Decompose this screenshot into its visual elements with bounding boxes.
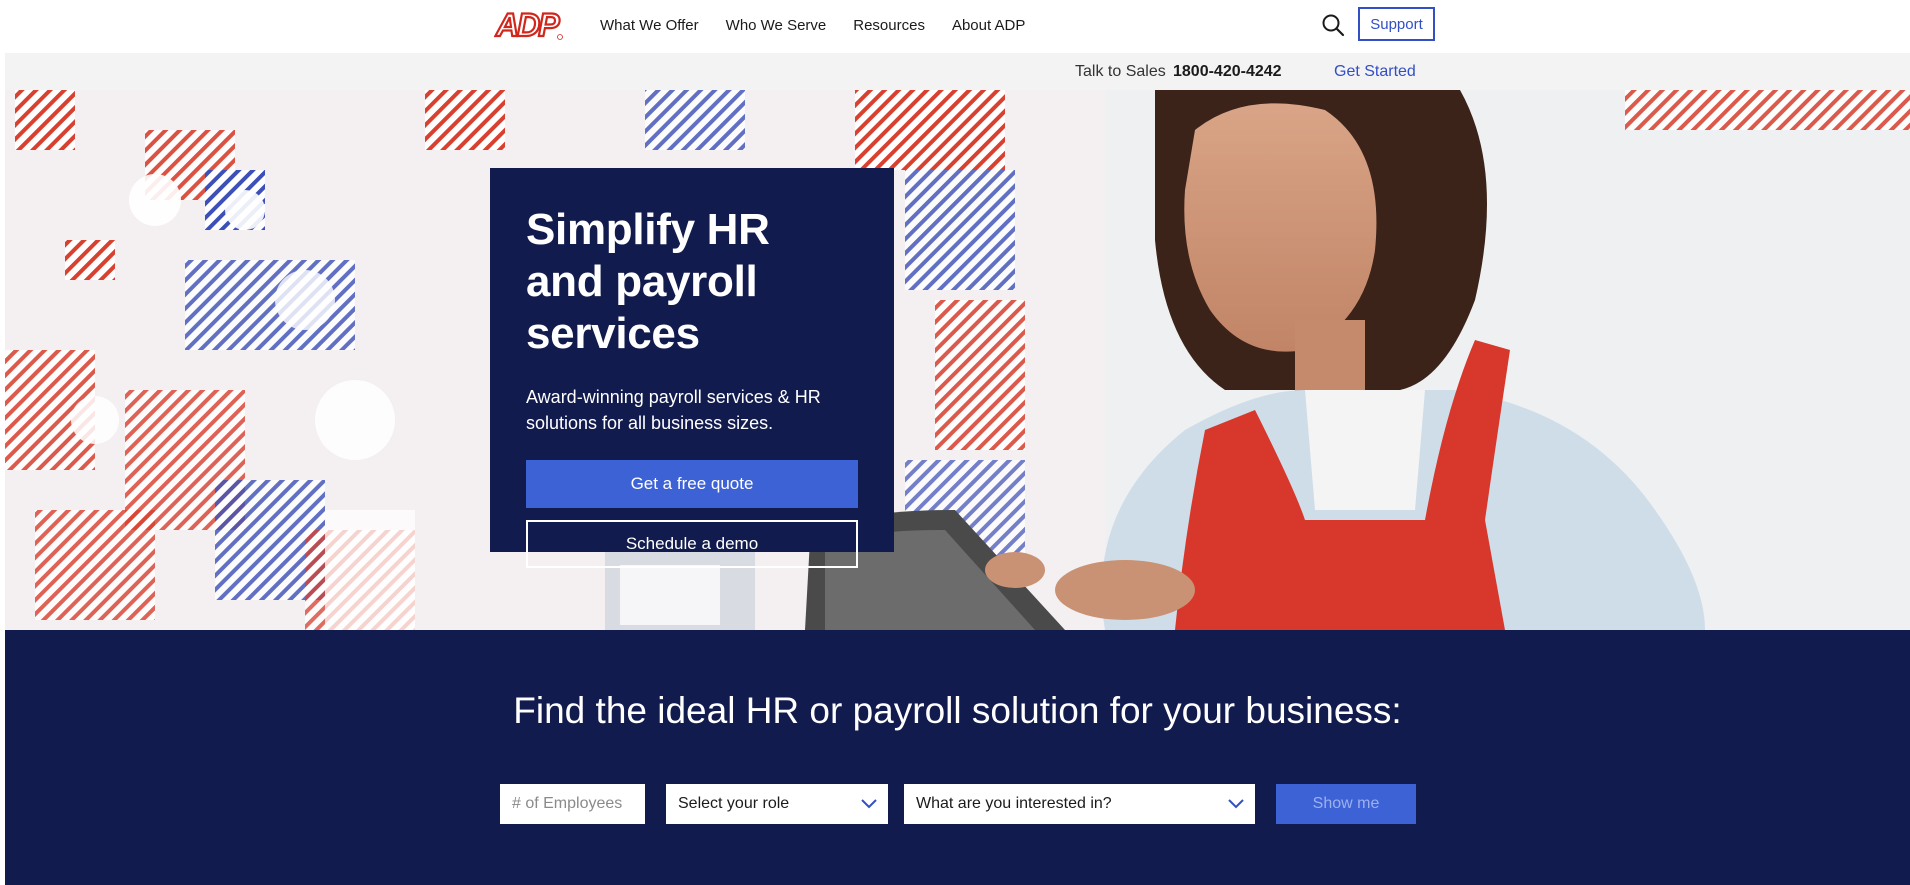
employees-input[interactable] xyxy=(500,784,645,824)
nav-what-we-offer[interactable]: What We Offer xyxy=(600,17,699,34)
svg-text:ADP: ADP xyxy=(495,7,560,42)
finder-title: Find the ideal HR or payroll solution fo… xyxy=(513,690,1402,731)
role-select[interactable]: Select your role xyxy=(666,784,888,824)
search-icon[interactable] xyxy=(1320,12,1346,38)
show-me-button[interactable]: Show me xyxy=(1276,784,1416,824)
adp-logo[interactable]: ADP xyxy=(494,6,566,42)
nav-about-adp[interactable]: About ADP xyxy=(952,17,1025,34)
chevron-down-icon xyxy=(861,799,877,809)
nav-resources[interactable]: Resources xyxy=(853,17,925,34)
chevron-down-icon xyxy=(1228,799,1244,809)
hero-banner: Simplify HR and payroll services Award-w… xyxy=(5,90,1910,630)
talk-to-sales-label: Talk to Sales xyxy=(1075,63,1166,80)
interest-select-value: What are you interested in? xyxy=(916,795,1112,812)
sales-bar: Talk to Sales 1800-420-4242 Get Started xyxy=(5,53,1910,90)
get-started-link[interactable]: Get Started xyxy=(1334,63,1416,81)
top-navigation: ADP What We Offer Who We Serve Resources… xyxy=(0,0,1910,52)
support-button[interactable]: Support xyxy=(1358,7,1435,41)
nav-who-we-serve[interactable]: Who We Serve xyxy=(726,17,827,34)
solution-finder: Find the ideal HR or payroll solution fo… xyxy=(5,630,1910,885)
schedule-demo-button[interactable]: Schedule a demo xyxy=(526,520,858,568)
hero-card: Simplify HR and payroll services Award-w… xyxy=(490,168,894,568)
hero-title: Simplify HR and payroll services xyxy=(526,205,770,358)
hero-subtitle: Award-winning payroll services & HR solu… xyxy=(526,387,821,433)
sales-phone-number[interactable]: 1800-420-4242 xyxy=(1173,63,1282,81)
main-nav: What We Offer Who We Serve Resources Abo… xyxy=(600,0,1052,50)
interest-select[interactable]: What are you interested in? xyxy=(904,784,1255,824)
hero-background-image xyxy=(5,90,1910,630)
role-select-value: Select your role xyxy=(678,795,790,812)
get-free-quote-button[interactable]: Get a free quote xyxy=(526,460,858,508)
